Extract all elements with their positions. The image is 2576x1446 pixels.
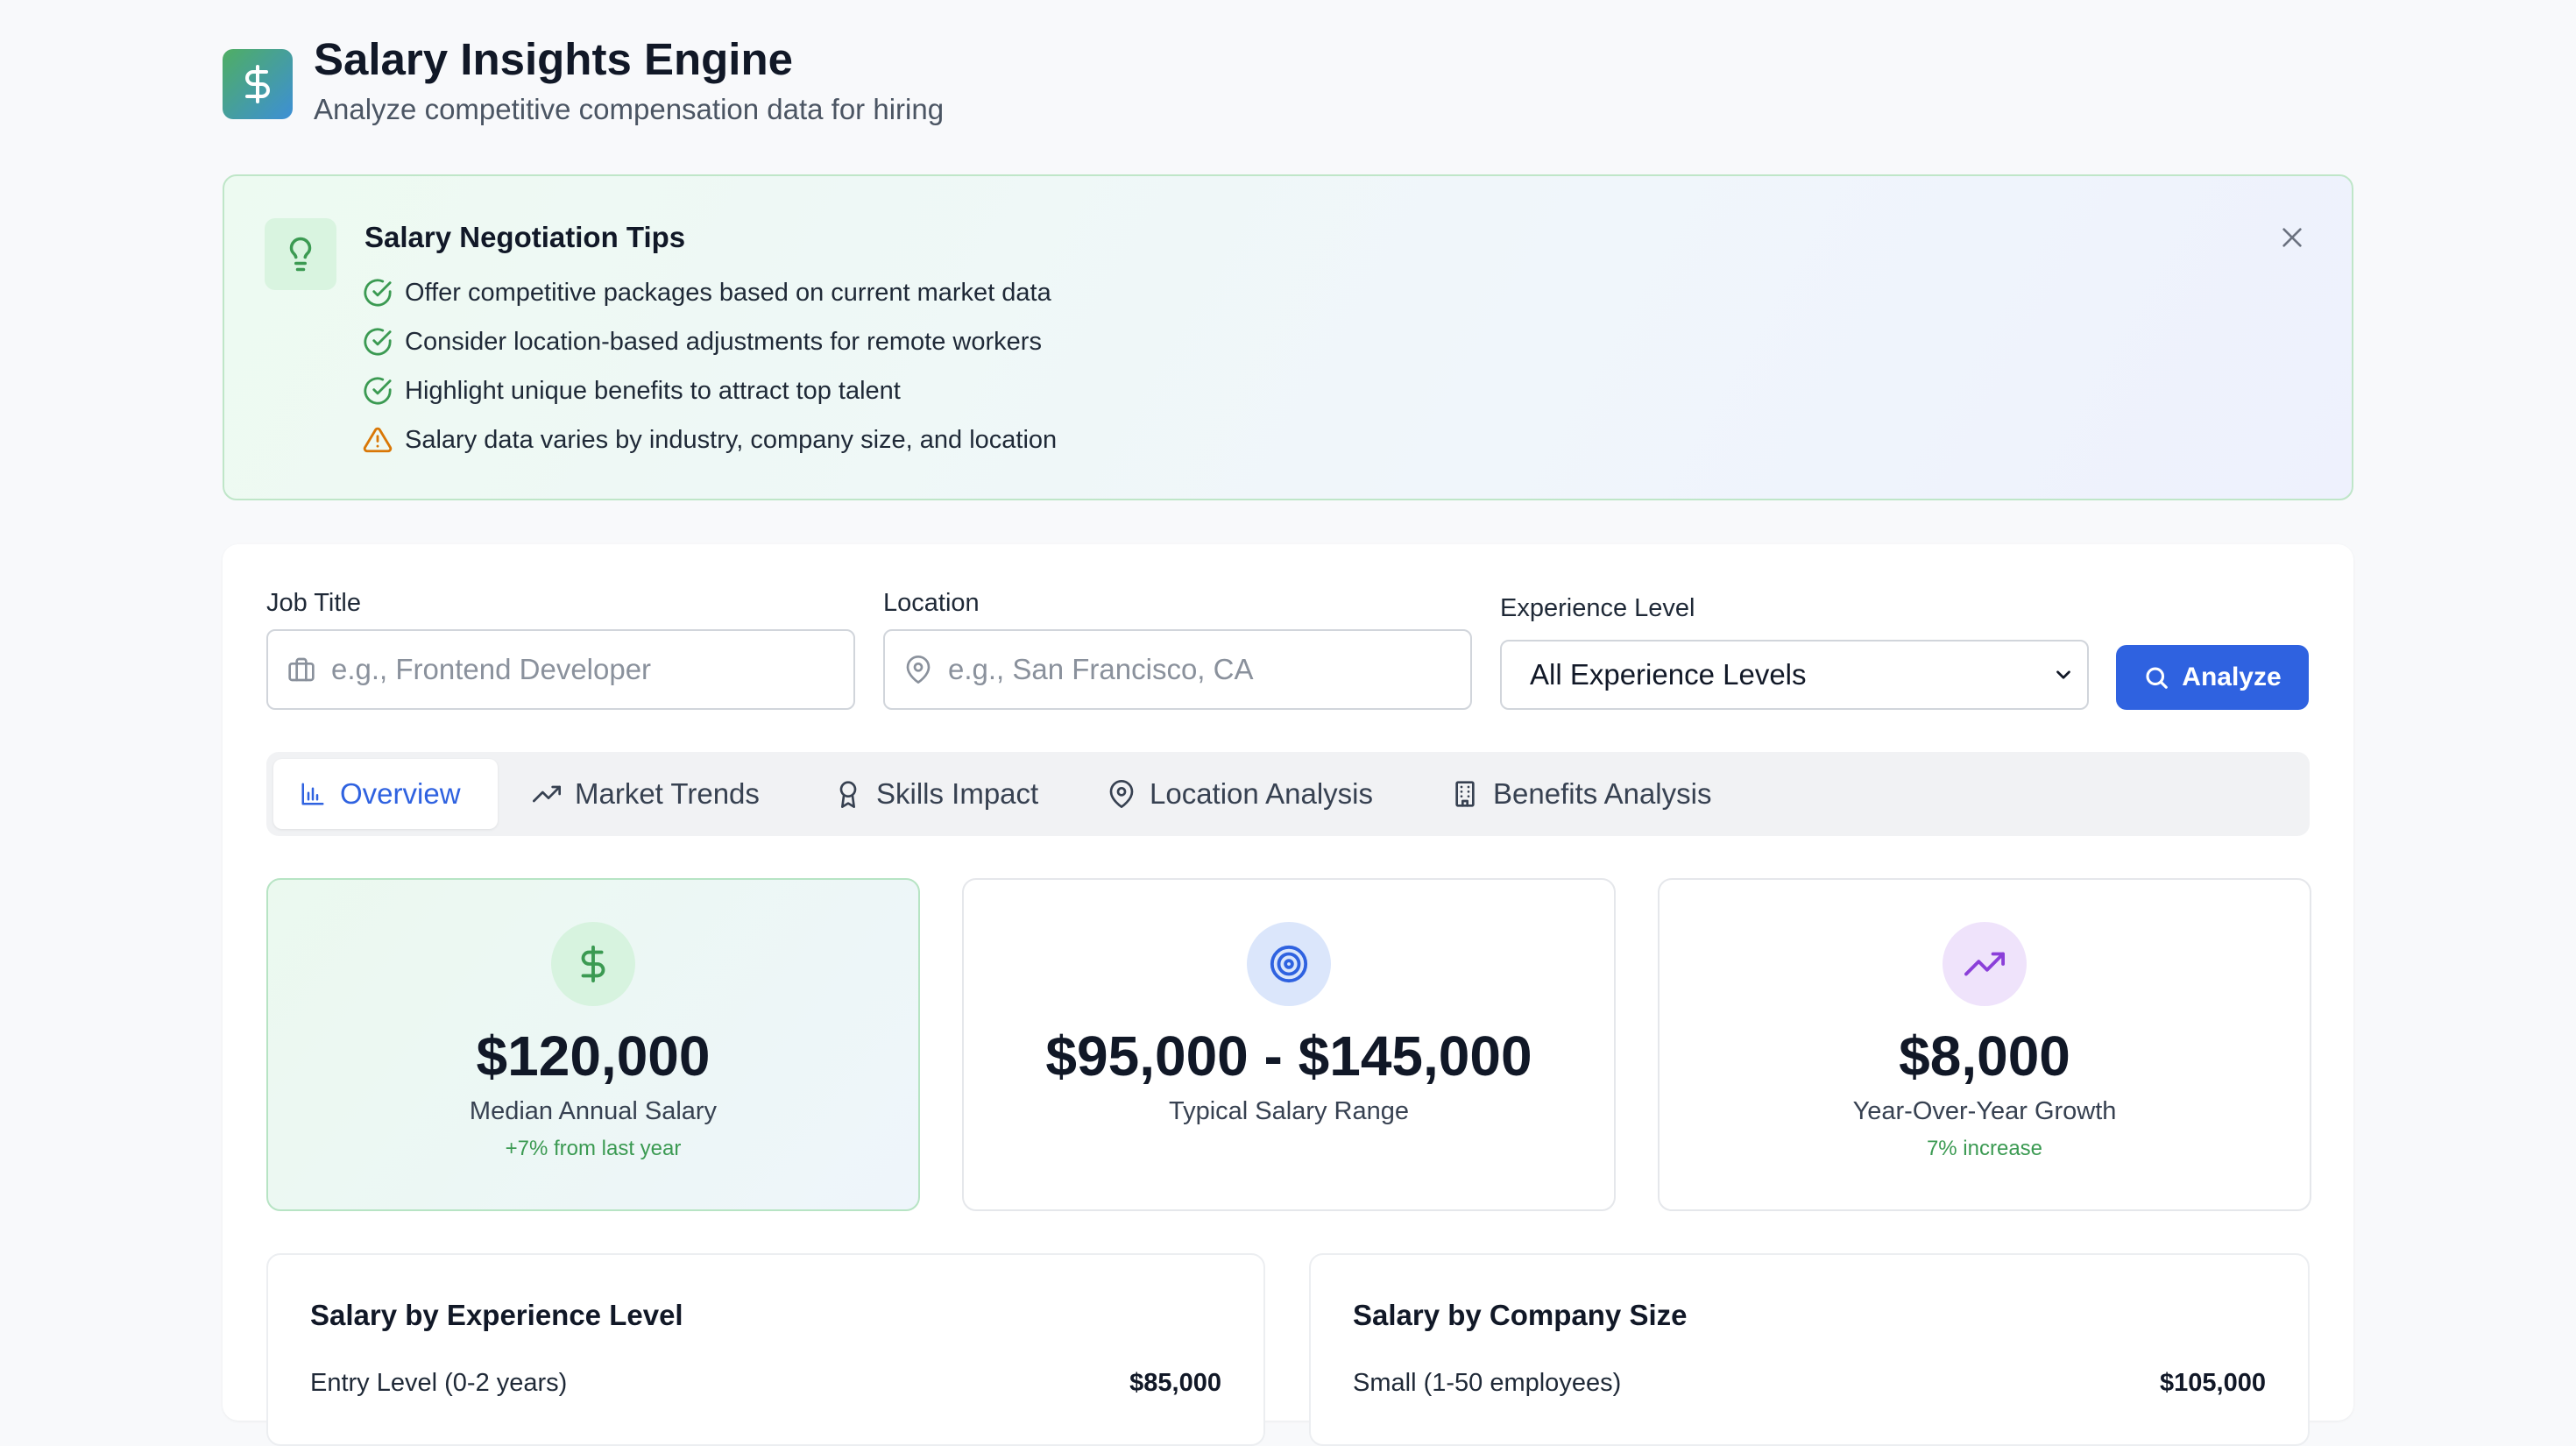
tab-label: Skills Impact bbox=[876, 777, 1039, 810]
location-placeholder: e.g., San Francisco, CA bbox=[948, 653, 1254, 685]
search-icon bbox=[2146, 667, 2169, 689]
check-circle-icon bbox=[364, 328, 392, 356]
tab-label: Benefits Analysis bbox=[1493, 777, 1712, 810]
dollar-icon bbox=[581, 945, 605, 983]
lightbulb-icon bbox=[289, 237, 312, 272]
tip-text: Consider location-based adjustments for … bbox=[405, 327, 1042, 356]
job-title-label: Job Title bbox=[266, 589, 361, 617]
dollar-icon bbox=[245, 65, 270, 103]
experience-label: Experience Level bbox=[1500, 594, 1695, 622]
experience-select-value: All Experience Levels bbox=[1530, 658, 1807, 691]
company-row-label: Small (1-50 employees) bbox=[1353, 1369, 1622, 1397]
map-pin-icon bbox=[1109, 780, 1134, 808]
tip-text: Offer competitive packages based on curr… bbox=[405, 278, 1051, 307]
tip-text: Highlight unique benefits to attract top… bbox=[405, 376, 901, 405]
stat-note: +7% from last year bbox=[505, 1137, 682, 1161]
close-icon bbox=[2282, 228, 2302, 247]
chevron-down-icon bbox=[2056, 670, 2070, 679]
stat-label: Year-Over-Year Growth bbox=[1852, 1097, 2117, 1126]
tab-overview[interactable]: Overview bbox=[273, 759, 498, 829]
company-breakdown-card bbox=[1309, 1253, 2310, 1446]
tab-benefits-analysis[interactable]: Benefits Analysis bbox=[1442, 759, 1740, 829]
briefcase-icon bbox=[288, 657, 315, 682]
tip-item: Salary data varies by industry, company … bbox=[363, 422, 1057, 457]
stat-value: $95,000 - $145,000 bbox=[1045, 1024, 1532, 1088]
building-icon bbox=[1455, 781, 1475, 807]
tab-label: Location Analysis bbox=[1150, 777, 1373, 810]
warning-icon bbox=[363, 427, 393, 453]
company-breakdown-title: Salary by Company Size bbox=[1353, 1299, 1688, 1331]
experience-select[interactable]: All Experience Levels bbox=[1500, 640, 2089, 710]
target-icon bbox=[1270, 945, 1308, 983]
page-subtitle: Analyze competitive compensation data fo… bbox=[314, 93, 945, 125]
tab-location-analysis[interactable]: Location Analysis bbox=[1099, 759, 1414, 829]
check-circle-icon bbox=[364, 279, 392, 307]
experience-breakdown-title: Salary by Experience Level bbox=[310, 1299, 683, 1331]
stat-icon-badge bbox=[551, 922, 635, 1006]
experience-breakdown-card bbox=[266, 1253, 1265, 1446]
stat-icon-badge bbox=[1943, 922, 2027, 1006]
tips-icon-badge bbox=[265, 218, 336, 290]
award-icon bbox=[839, 781, 857, 808]
tip-item: Consider location-based adjustments for … bbox=[363, 324, 1042, 359]
stat-card-growth: $8,000 Year-Over-Year Growth 7% increase bbox=[1658, 878, 2311, 1211]
stat-value: $8,000 bbox=[1899, 1024, 2070, 1088]
stat-note: 7% increase bbox=[1926, 1137, 2043, 1161]
location-label: Location bbox=[883, 589, 980, 617]
job-title-input[interactable]: e.g., Frontend Developer bbox=[266, 629, 855, 710]
tab-label: Overview bbox=[340, 777, 461, 810]
tips-title: Salary Negotiation Tips bbox=[364, 221, 686, 253]
stat-icon-badge bbox=[1247, 922, 1331, 1006]
trending-up-icon bbox=[533, 785, 561, 803]
stat-card-range: $95,000 - $145,000 Typical Salary Range bbox=[962, 878, 1616, 1211]
stat-label: Median Annual Salary bbox=[469, 1097, 718, 1126]
experience-row-value: $85,000 bbox=[1129, 1369, 1221, 1397]
tip-item: Highlight unique benefits to attract top… bbox=[363, 373, 901, 408]
location-input[interactable]: e.g., San Francisco, CA bbox=[883, 629, 1472, 710]
check-circle-icon bbox=[364, 377, 392, 405]
bar-chart-icon bbox=[301, 783, 324, 805]
tab-skills-impact[interactable]: Skills Impact bbox=[825, 759, 1071, 829]
analyze-button-label: Analyze bbox=[2182, 663, 2282, 691]
tab-label: Market Trends bbox=[575, 777, 760, 810]
app-logo bbox=[223, 49, 293, 119]
close-tips-button[interactable] bbox=[2275, 220, 2310, 255]
experience-row-label: Entry Level (0-2 years) bbox=[310, 1369, 568, 1397]
job-title-placeholder: e.g., Frontend Developer bbox=[331, 653, 652, 685]
tab-market-trends[interactable]: Market Trends bbox=[524, 759, 787, 829]
trending-up-icon bbox=[1964, 952, 2005, 976]
analyze-button[interactable]: Analyze bbox=[2116, 645, 2309, 710]
stat-card-median: $120,000 Median Annual Salary +7% from l… bbox=[266, 878, 920, 1211]
stat-label: Typical Salary Range bbox=[1168, 1097, 1410, 1126]
page-title: Salary Insights Engine bbox=[314, 34, 793, 84]
map-pin-icon bbox=[906, 656, 931, 684]
stat-value: $120,000 bbox=[476, 1024, 711, 1088]
company-row-value: $105,000 bbox=[2160, 1369, 2266, 1397]
tip-item: Offer competitive packages based on curr… bbox=[363, 275, 1051, 310]
tip-text: Salary data varies by industry, company … bbox=[405, 425, 1058, 454]
